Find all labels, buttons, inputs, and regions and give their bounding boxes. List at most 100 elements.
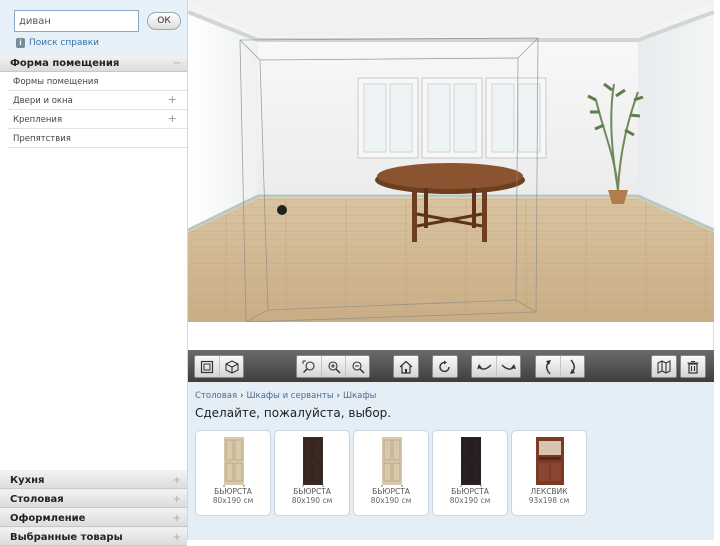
cabinet-thumbnail bbox=[536, 437, 564, 485]
zoom-out-button[interactable] bbox=[345, 356, 369, 377]
breadcrumb: Столовая › Шкафы и серванты › Шкафы bbox=[195, 391, 376, 401]
product-card[interactable]: БЬЮРСТА 80x190 см bbox=[353, 430, 429, 516]
zoom-in-icon bbox=[327, 360, 341, 374]
breadcrumb-separator: › bbox=[240, 391, 244, 401]
section-selected-products[interactable]: Выбранные товары + bbox=[0, 527, 187, 546]
room-scene bbox=[188, 0, 714, 322]
rotate-left-icon bbox=[477, 363, 492, 370]
delete-group bbox=[680, 355, 706, 378]
home-group bbox=[393, 355, 419, 378]
rotate-right-icon bbox=[501, 363, 516, 370]
view-mode-group bbox=[194, 355, 244, 378]
section-label: Столовая bbox=[10, 494, 64, 505]
tilt-down-button[interactable] bbox=[560, 356, 584, 377]
view-toolbar bbox=[188, 350, 714, 382]
section-dining[interactable]: Столовая + bbox=[0, 489, 187, 508]
section-decor[interactable]: Оформление + bbox=[0, 508, 187, 527]
expand-icon[interactable]: + bbox=[168, 93, 177, 109]
reset-view-button[interactable] bbox=[433, 356, 457, 377]
view-3d-icon bbox=[224, 359, 239, 374]
catalog-button[interactable] bbox=[652, 356, 676, 377]
zoom-in-button[interactable] bbox=[321, 356, 345, 377]
view-3d-button[interactable] bbox=[219, 356, 243, 377]
ceiling bbox=[188, 0, 714, 36]
product-dimensions: 80x190 см bbox=[212, 496, 254, 505]
delete-button[interactable] bbox=[681, 356, 705, 377]
product-name: ЛЕКСВИК bbox=[530, 487, 568, 496]
view-2d-button[interactable] bbox=[195, 356, 219, 377]
cabinet-thumbnail bbox=[460, 437, 482, 487]
help-icon: i bbox=[16, 38, 25, 48]
collapse-icon[interactable]: − bbox=[173, 58, 181, 71]
sidebar-item-label: Препятствия bbox=[13, 134, 71, 144]
selection-prompt: Сделайте, пожалуйста, выбор. bbox=[195, 406, 392, 420]
rotate-left-button[interactable] bbox=[472, 356, 496, 377]
left-panel: ОК i Поиск справки Форма помещения − Фор… bbox=[0, 0, 188, 546]
expand-icon[interactable]: + bbox=[173, 513, 181, 526]
product-card[interactable]: БЬЮРСТА 80x190 см bbox=[432, 430, 508, 516]
room-shape-header-label: Форма помещения bbox=[10, 58, 120, 69]
room-shape-header[interactable]: Форма помещения − bbox=[0, 55, 187, 72]
rotate-right-button[interactable] bbox=[496, 356, 520, 377]
expand-icon[interactable]: + bbox=[168, 112, 177, 128]
search-area: ОК i Поиск справки bbox=[0, 0, 187, 56]
search-input[interactable] bbox=[14, 10, 139, 32]
breadcrumb-item[interactable]: Шкафы bbox=[343, 391, 376, 401]
home-button[interactable] bbox=[394, 356, 418, 377]
tilt-down-icon bbox=[569, 359, 575, 374]
product-name: БЬЮРСТА bbox=[372, 487, 410, 496]
breadcrumb-separator: › bbox=[336, 391, 340, 401]
catalog-group bbox=[651, 355, 677, 378]
product-dimensions: 80x190 см bbox=[291, 496, 333, 505]
product-dimensions: 80x190 см bbox=[449, 496, 491, 505]
zoom-out-icon bbox=[351, 360, 365, 374]
help-search-link[interactable]: i Поиск справки bbox=[16, 38, 99, 48]
bottom-sections: Кухня + Столовая + Оформление + Выбранны… bbox=[0, 470, 187, 546]
view-margin bbox=[188, 322, 714, 350]
sidebar-item-fixtures[interactable]: Крепления + bbox=[8, 110, 187, 129]
sidebar-item-obstacles[interactable]: Препятствия bbox=[8, 129, 187, 148]
sidebar-item-room-shapes[interactable]: Формы помещения bbox=[8, 72, 187, 91]
right-wall bbox=[638, 10, 714, 232]
zoom-fit-icon bbox=[302, 360, 315, 373]
cabinet-thumbnail bbox=[223, 437, 245, 487]
zoom-fit-button[interactable] bbox=[297, 356, 321, 377]
room-3d-view[interactable] bbox=[188, 0, 714, 322]
rotate-group bbox=[471, 355, 521, 378]
breadcrumb-item[interactable]: Шкафы и серванты bbox=[246, 391, 333, 401]
reset-icon bbox=[439, 360, 450, 372]
expand-icon[interactable]: + bbox=[173, 532, 181, 545]
section-label: Оформление bbox=[10, 513, 86, 524]
product-card[interactable]: БЬЮРСТА 80x190 см bbox=[195, 430, 271, 516]
tilt-up-icon bbox=[546, 359, 551, 374]
left-wall bbox=[188, 10, 258, 232]
sidebar-item-doors-windows[interactable]: Двери и окна + bbox=[8, 91, 187, 110]
cabinet-thumbnail bbox=[381, 437, 403, 487]
tilt-up-button[interactable] bbox=[536, 356, 560, 377]
view-2d-icon bbox=[200, 360, 214, 373]
product-name: БЬЮРСТА bbox=[293, 487, 331, 496]
home-icon bbox=[399, 360, 413, 374]
catalog-icon bbox=[657, 359, 671, 374]
ok-button[interactable]: ОК bbox=[147, 12, 181, 30]
product-dimensions: 80x190 см bbox=[370, 496, 412, 505]
section-label: Кухня bbox=[10, 475, 45, 486]
tilt-group bbox=[535, 355, 585, 378]
section-label: Выбранные товары bbox=[10, 532, 123, 543]
expand-icon[interactable]: + bbox=[173, 475, 181, 488]
product-card[interactable]: БЬЮРСТА 80x190 см bbox=[274, 430, 350, 516]
section-kitchen[interactable]: Кухня + bbox=[0, 470, 187, 489]
product-card[interactable]: ЛЕКСВИК 93x198 см bbox=[511, 430, 587, 516]
breadcrumb-item[interactable]: Столовая bbox=[195, 391, 237, 401]
product-dimensions: 93x198 см bbox=[528, 496, 570, 505]
product-panel: Столовая › Шкафы и серванты › Шкафы Сдел… bbox=[188, 382, 714, 540]
cabinet-thumbnail bbox=[302, 437, 324, 487]
room-shape-section: Форма помещения − Формы помещения Двери … bbox=[0, 55, 187, 148]
expand-icon[interactable]: + bbox=[173, 494, 181, 507]
trash-icon bbox=[687, 360, 699, 374]
placement-handle[interactable] bbox=[277, 205, 287, 215]
sidebar-item-label: Двери и окна bbox=[13, 96, 73, 106]
sidebar-item-label: Формы помещения bbox=[13, 77, 99, 87]
reset-group bbox=[432, 355, 458, 378]
zoom-group bbox=[296, 355, 370, 378]
